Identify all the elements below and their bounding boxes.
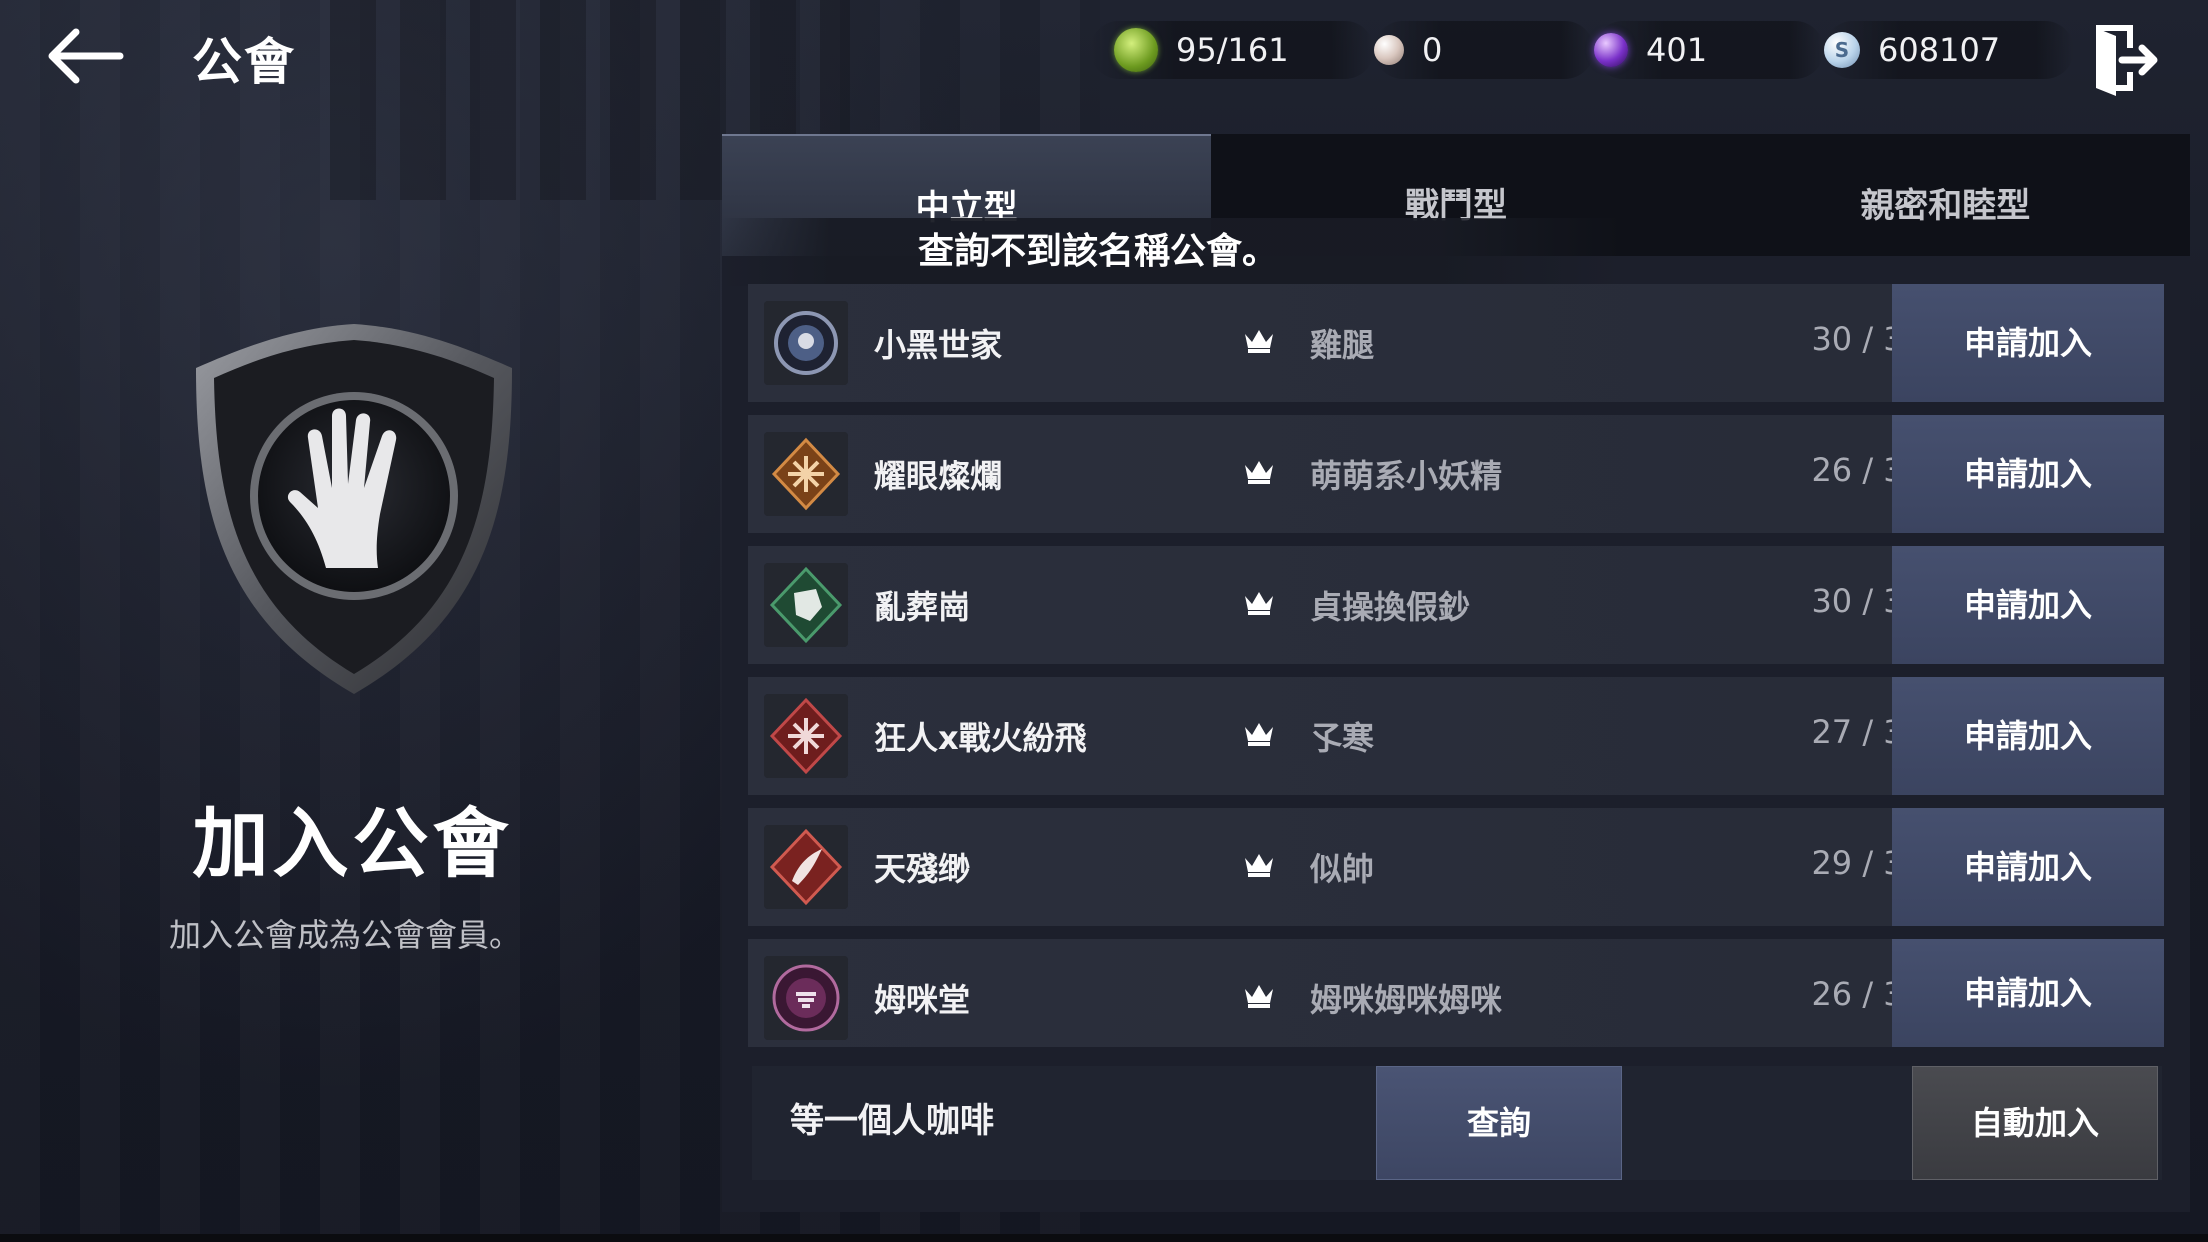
join-guild-title: 加入公會 — [192, 799, 513, 888]
guild-search-input[interactable] — [788, 1096, 1312, 1138]
auto-join-button[interactable]: 自動加入 — [1912, 1066, 2158, 1180]
guild-leader: 貞操換假鈔 — [1310, 588, 1471, 626]
crown-icon — [1245, 461, 1273, 484]
guild-row[interactable]: 狂人x戰火紛飛 孓寒 27 / 30 申請加入 — [748, 677, 2164, 795]
page-title: 公會 — [192, 33, 296, 91]
guild-emblem-red-icon — [764, 694, 848, 778]
exit-door-icon — [2096, 25, 2158, 96]
guild-name: 耀眼燦爛 — [874, 457, 1003, 495]
search-bar: 查詢 自動加入 — [752, 1066, 2162, 1180]
guild-leader: 似帥 — [1310, 850, 1375, 888]
leaf-orb-icon — [1114, 28, 1158, 72]
guild-emblem-purple-icon — [764, 956, 848, 1040]
guild-leader: 姆咪姆咪姆咪 — [1310, 981, 1503, 1019]
guild-emblem-orange-icon — [764, 432, 848, 516]
guild-emblem-wing-icon — [764, 825, 848, 909]
pearl-currency[interactable]: 0 — [1374, 21, 1594, 79]
guild-name: 小黑世家 — [874, 326, 1003, 364]
crown-icon — [1245, 985, 1273, 1008]
guild-name: 天殘缈 — [874, 850, 971, 888]
exit-button[interactable] — [2090, 22, 2160, 98]
apply-join-button[interactable]: 申請加入 — [1892, 546, 2164, 664]
bottom-edge — [0, 1234, 2208, 1242]
crown-icon — [1245, 723, 1273, 746]
guild-emblem-blue-icon — [764, 301, 848, 385]
crown-icon — [1245, 330, 1273, 353]
guild-row[interactable]: 小黑世家 雞腿 30 / 34 申請加入 — [748, 284, 2164, 402]
purple-orb-currency[interactable]: 401 — [1594, 21, 1824, 79]
guild-leader: 雞腿 — [1310, 326, 1375, 364]
apply-join-button[interactable]: 申請加入 — [1892, 284, 2164, 402]
guild-leader: 萌萌系小妖精 — [1310, 457, 1503, 495]
silver-value: 608107 — [1878, 31, 2001, 69]
silver-coin-icon: S — [1824, 32, 1860, 68]
guild-name: 狂人x戰火紛飛 — [874, 719, 1087, 757]
guild-leader: 孓寒 — [1310, 719, 1375, 757]
not-found-toast: 查詢不到該名稱公會。 — [722, 218, 1622, 286]
energy-currency[interactable]: 95/161 — [1090, 21, 1374, 79]
guild-name: 亂葬崗 — [874, 588, 971, 626]
guild-row[interactable]: 耀眼燦爛 萌萌系小妖精 26 / 30 申請加入 — [748, 415, 2164, 533]
apply-join-button[interactable]: 申請加入 — [1892, 677, 2164, 795]
energy-value: 95/161 — [1176, 31, 1289, 69]
pearl-value: 0 — [1422, 31, 1443, 69]
guild-list: 小黑世家 雞腿 30 / 34 申請加入 耀眼燦爛 萌萌系小妖精 26 / 30… — [748, 284, 2164, 1060]
tab-friendly[interactable]: 親密和睦型 — [1701, 134, 2190, 256]
guild-emblem-green-icon — [764, 563, 848, 647]
guild-row[interactable]: 姆咪堂 姆咪姆咪姆咪 26 / 30 申請加入 — [748, 939, 2164, 1047]
apply-join-button[interactable]: 申請加入 — [1892, 808, 2164, 926]
guild-name: 姆咪堂 — [874, 981, 971, 1019]
currency-bar: 95/161 0 401 S 608107 — [1090, 18, 2074, 82]
join-guild-description: 加入公會成為公會會員。 — [168, 916, 521, 954]
shield-hand-icon — [186, 318, 522, 698]
guild-row[interactable]: 亂葬崗 貞操換假鈔 30 / 34 申請加入 — [748, 546, 2164, 664]
purple-orb-value: 401 — [1646, 31, 1708, 69]
apply-join-button[interactable]: 申請加入 — [1892, 939, 2164, 1047]
silver-currency[interactable]: S 608107 — [1824, 21, 2074, 79]
crown-icon — [1245, 854, 1273, 877]
apply-join-button[interactable]: 申請加入 — [1892, 415, 2164, 533]
back-button[interactable] — [40, 20, 130, 90]
pearl-icon — [1374, 35, 1404, 65]
crown-icon — [1245, 592, 1273, 615]
arrow-left-icon — [48, 28, 124, 84]
purple-orb-icon — [1594, 33, 1628, 67]
guild-row[interactable]: 天殘缈 似帥 29 / 34 申請加入 — [748, 808, 2164, 926]
query-button[interactable]: 查詢 — [1376, 1066, 1622, 1180]
